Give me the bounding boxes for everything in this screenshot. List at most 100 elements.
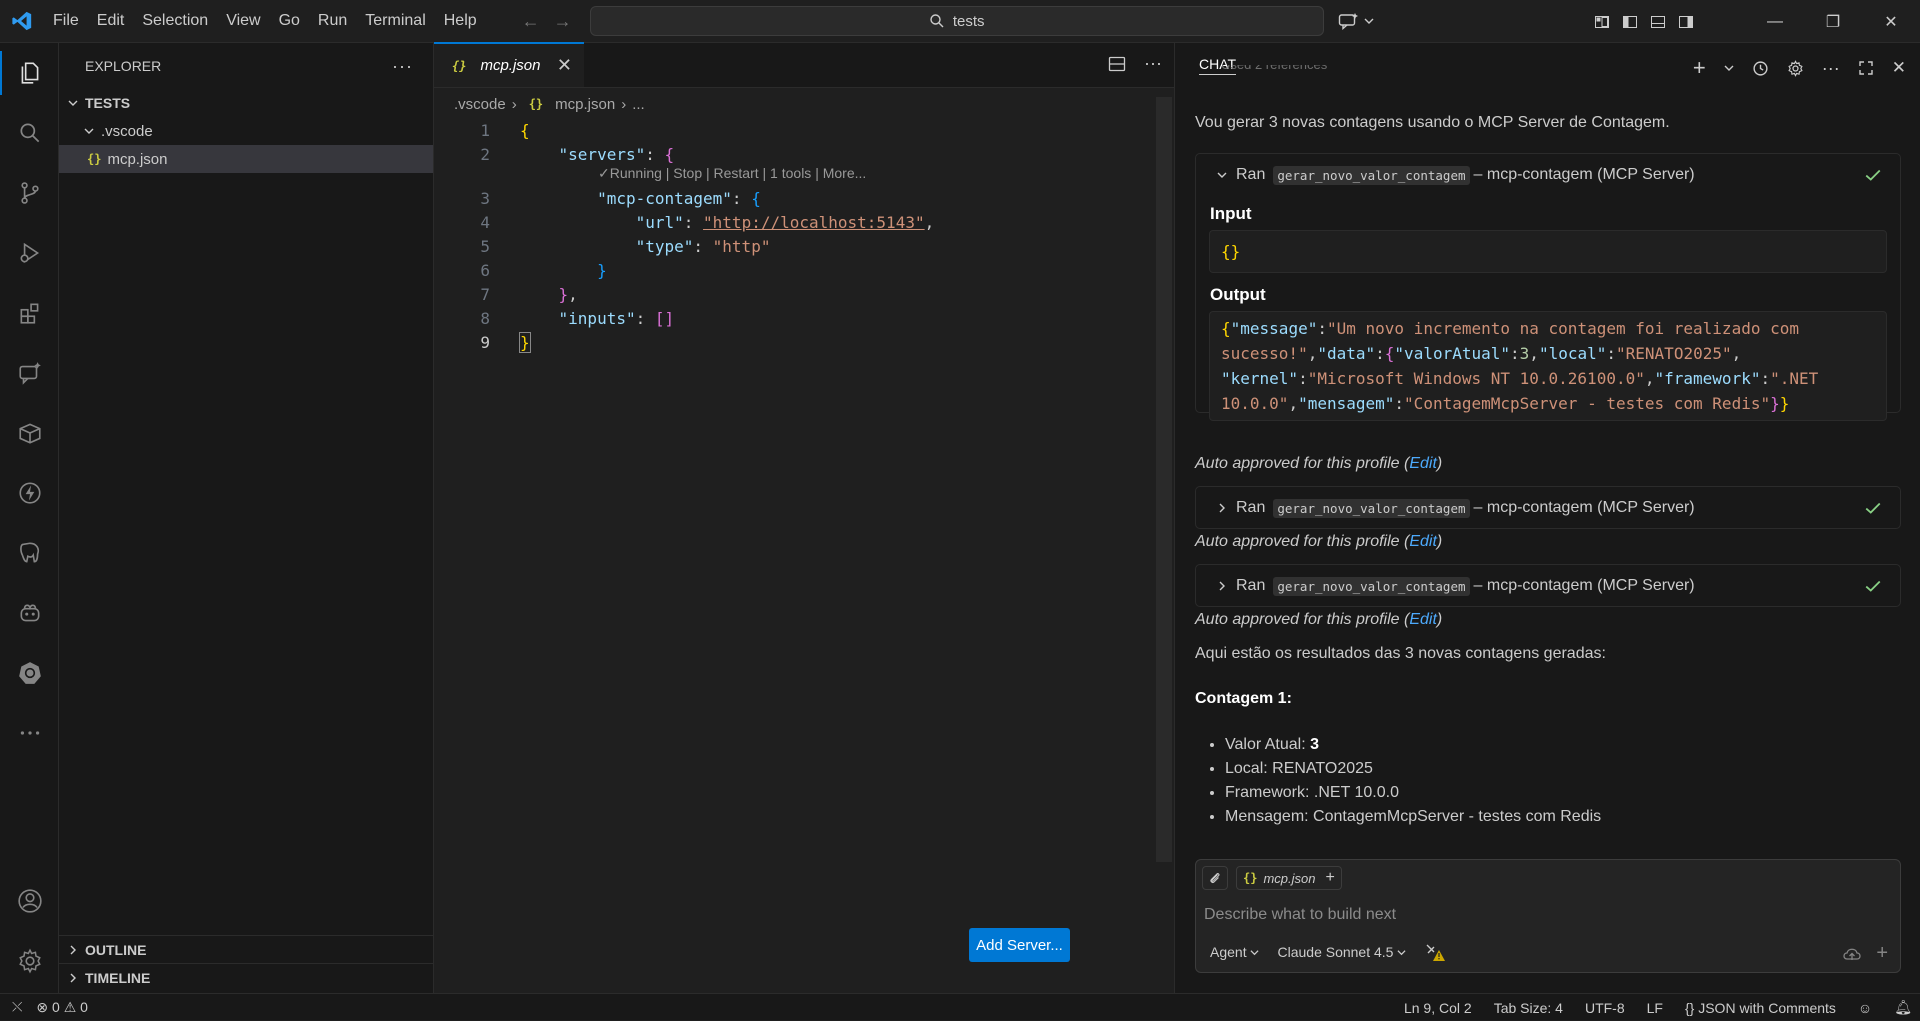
warning-count: 0 <box>80 998 88 1015</box>
tree-folder-vscode[interactable]: .vscode <box>59 117 433 145</box>
more-actions-icon[interactable]: ··· <box>1822 58 1840 79</box>
language-mode[interactable]: {} JSON with Comments <box>1685 1000 1836 1016</box>
split-editor-icon[interactable] <box>1108 55 1126 73</box>
copilot-status-icon[interactable]: ☺ <box>1858 1000 1872 1016</box>
breadcrumb: .vscode › {} mcp.json › ... <box>434 88 1174 120</box>
edit-link[interactable]: Edit <box>1409 533 1437 550</box>
close-icon[interactable]: ✕ <box>1892 58 1906 78</box>
outline-section[interactable]: OUTLINE <box>59 935 433 963</box>
notifications-bell-icon[interactable]: 🔔︎ <box>1894 999 1912 1016</box>
remote-icon[interactable]: ⤬ <box>12 999 22 1015</box>
breadcrumb-folder[interactable]: .vscode <box>454 96 506 113</box>
tree-file-mcp-json[interactable]: {} mcp.json <box>59 145 433 173</box>
menu-go[interactable]: Go <box>270 6 309 36</box>
settings-gear-icon[interactable] <box>0 931 59 991</box>
gear-icon[interactable] <box>1787 59 1804 77</box>
menu-file[interactable]: File <box>44 6 88 36</box>
command-center-text: tests <box>952 12 985 30</box>
tool-call-collapsed[interactable]: Ran gerar_novo_valor_contagem – mcp-cont… <box>1195 486 1901 529</box>
encoding[interactable]: UTF-8 <box>1585 1000 1625 1016</box>
add-server-button[interactable]: Add Server... <box>969 928 1070 962</box>
history-icon[interactable] <box>1752 60 1769 77</box>
toggle-panel-icon[interactable] <box>1650 14 1666 30</box>
code-line: }, <box>558 285 578 304</box>
menu-view[interactable]: View <box>217 6 269 36</box>
attach-context-button[interactable] <box>1202 866 1228 890</box>
lightning-icon[interactable] <box>0 463 59 523</box>
used-references[interactable]: Used 2 references <box>1221 65 1327 75</box>
database-elephant-icon[interactable] <box>0 523 59 583</box>
code-line: } <box>597 261 607 280</box>
explorer-icon[interactable] <box>0 43 59 103</box>
chevron-down-icon[interactable] <box>1724 63 1734 73</box>
back-arrow-icon[interactable]: ← <box>522 11 540 32</box>
more-actions-icon[interactable]: ··· <box>1144 53 1162 74</box>
chat-panel: CHAT + ··· ✕ Used 2 references Vou gerar… <box>1174 43 1920 993</box>
extensions-icon[interactable] <box>0 283 59 343</box>
mcp-codelens[interactable]: ✓Running | Stop | Restart | 1 tools | Mo… <box>598 165 866 182</box>
end-of-line[interactable]: LF <box>1647 1000 1663 1016</box>
chevron-down-icon <box>1397 950 1406 956</box>
model-picker[interactable]: Claude Sonnet 4.5 <box>1277 944 1406 960</box>
menu-run[interactable]: Run <box>309 6 356 36</box>
chevron-right-icon <box>65 970 81 986</box>
problems-indicator[interactable]: ⊗ 0 ⚠ 0 <box>36 999 88 1016</box>
maximize-icon[interactable] <box>1858 60 1874 76</box>
more-icon[interactable] <box>0 703 59 763</box>
menu-help[interactable]: Help <box>435 6 486 36</box>
tool-call-header[interactable]: Ran gerar_novo_valor_contagem – mcp-cont… <box>1196 565 1900 607</box>
source-control-icon[interactable] <box>0 163 59 223</box>
tab-mcp-json[interactable]: {} mcp.json ✕ <box>434 42 584 87</box>
add-icon[interactable]: + <box>1876 942 1888 965</box>
auto-approved-note: Auto approved for this profile (Edit) <box>1195 611 1443 628</box>
close-icon[interactable]: ✕ <box>557 55 572 76</box>
kubernetes-icon[interactable] <box>0 643 59 703</box>
command-center-search[interactable]: tests <box>589 6 1324 36</box>
add-icon[interactable]: + <box>1325 869 1334 887</box>
tree-root-folder[interactable]: TESTS <box>59 89 433 117</box>
forward-arrow-icon[interactable]: → <box>554 11 572 32</box>
editor-scrollbar[interactable] <box>1156 97 1172 862</box>
tools-warning-icon[interactable] <box>1424 942 1446 962</box>
chat-prompt-input[interactable]: Describe what to build next <box>1204 906 1396 924</box>
chat-sparkle-icon[interactable] <box>0 343 59 403</box>
chat-intro-text: Vou gerar 3 novas contagens usando o MCP… <box>1195 114 1670 131</box>
breadcrumb-symbol[interactable]: ... <box>632 96 645 113</box>
containers-icon[interactable] <box>0 403 59 463</box>
restore-button[interactable]: ❐ <box>1804 0 1862 43</box>
run-debug-icon[interactable] <box>0 223 59 283</box>
close-window-button[interactable]: ✕ <box>1862 0 1920 43</box>
breadcrumb-file[interactable]: mcp.json <box>555 96 615 113</box>
mode-picker[interactable]: Agent <box>1210 944 1260 960</box>
more-actions-icon[interactable]: ··· <box>392 56 413 77</box>
menu-selection[interactable]: Selection <box>133 6 217 36</box>
account-icon[interactable] <box>0 871 59 931</box>
tool-call-header[interactable]: Ran gerar_novo_valor_contagem – mcp-cont… <box>1196 487 1900 529</box>
search-icon[interactable] <box>0 103 59 163</box>
json-value: "http" <box>712 237 771 256</box>
code-line: "inputs": [] <box>558 309 675 328</box>
cursor-position[interactable]: Ln 9, Col 2 <box>1404 1000 1472 1016</box>
toggle-primary-sidebar-icon[interactable] <box>1622 14 1638 30</box>
cloud-upload-icon[interactable] <box>1842 945 1862 963</box>
toggle-secondary-sidebar-icon[interactable] <box>1678 14 1694 30</box>
tool-server: – mcp-contagem (MCP Server) <box>1473 499 1695 516</box>
context-file-chip[interactable]: {} mcp.json + <box>1236 866 1342 890</box>
edit-link[interactable]: Edit <box>1409 611 1437 628</box>
code-line: } <box>519 332 531 353</box>
tool-call-collapsed[interactable]: Ran gerar_novo_valor_contagem – mcp-cont… <box>1195 564 1901 607</box>
json-url-link[interactable]: "http://localhost:5143" <box>703 213 925 232</box>
line-number: 2 <box>480 145 490 164</box>
new-chat-icon[interactable]: + <box>1693 55 1706 81</box>
minimize-button[interactable]: — <box>1746 0 1804 43</box>
menu-edit[interactable]: Edit <box>88 6 134 36</box>
tab-size[interactable]: Tab Size: 4 <box>1494 1000 1563 1016</box>
edit-link[interactable]: Edit <box>1409 455 1437 472</box>
line-number: 1 <box>480 121 490 140</box>
menu-terminal[interactable]: Terminal <box>356 6 434 36</box>
tool-call-header[interactable]: Ran gerar_novo_valor_contagem – mcp-cont… <box>1196 154 1900 196</box>
timeline-section[interactable]: TIMELINE <box>59 963 433 991</box>
customize-layout-icon[interactable] <box>1594 14 1610 30</box>
copilot-icon[interactable] <box>0 583 59 643</box>
copilot-chat-button[interactable] <box>1338 12 1374 30</box>
